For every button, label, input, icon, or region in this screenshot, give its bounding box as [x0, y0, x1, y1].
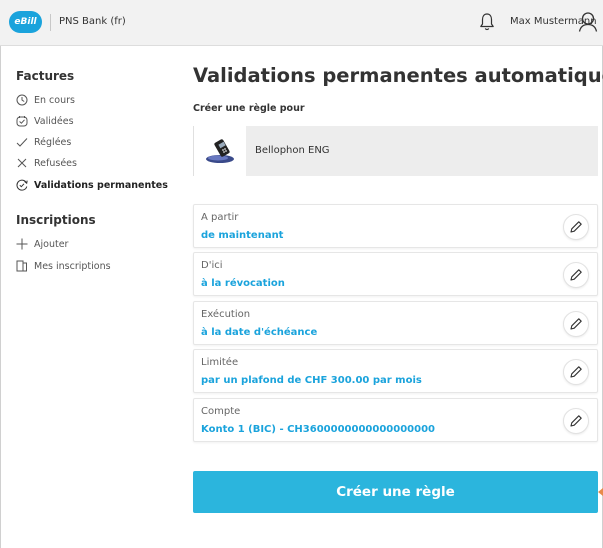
sidebar-item-en-cours[interactable]: En cours	[16, 92, 75, 108]
page-title: Validations permanentes automatiques	[193, 64, 603, 87]
biller-card: Bellophon ENG	[193, 126, 598, 176]
field-value: à la révocation	[201, 278, 285, 289]
sidebar-item-mes-inscriptions[interactable]: Mes inscriptions	[16, 258, 111, 274]
sidebar-item-ajouter[interactable]: Ajouter	[16, 236, 68, 252]
user-icon[interactable]	[578, 11, 598, 33]
calendar-check-icon	[16, 115, 28, 127]
documents-icon	[16, 260, 28, 272]
pencil-icon	[570, 318, 582, 330]
field-label: Exécution	[201, 309, 251, 320]
bank-name: PNS Bank (fr)	[59, 16, 126, 27]
sidebar-item-validees[interactable]: Validées	[16, 113, 74, 129]
plus-icon	[16, 238, 28, 250]
sidebar-item-label: Réglées	[34, 136, 72, 148]
sidebar-item-label: En cours	[34, 94, 75, 106]
sidebar-item-validations-permanentes[interactable]: Validations permanentes	[16, 177, 168, 193]
biller-logo	[194, 126, 246, 176]
ebill-logo[interactable]: eBill	[9, 11, 42, 33]
check-icon	[16, 136, 28, 148]
field-value: par un plafond de CHF 300.00 par mois	[201, 375, 422, 386]
biller-name: Bellophon ENG	[255, 145, 330, 156]
sidebar-item-label: Ajouter	[34, 238, 69, 250]
field-limit[interactable]: Limitée par un plafond de CHF 300.00 par…	[193, 349, 598, 393]
pencil-icon	[570, 415, 582, 427]
pencil-icon	[570, 221, 582, 233]
field-start[interactable]: A partir de maintenant	[193, 204, 598, 248]
bell-icon[interactable]	[479, 12, 495, 32]
close-icon	[16, 157, 28, 169]
sidebar-section-inscriptions: Inscriptions	[16, 213, 96, 227]
field-execution[interactable]: Exécution à la date d'échéance	[193, 301, 598, 345]
field-end[interactable]: D'ici à la révocation	[193, 252, 598, 296]
field-value: à la date d'échéance	[201, 327, 318, 338]
edit-button[interactable]	[563, 408, 589, 434]
sidebar-item-reglees[interactable]: Réglées	[16, 134, 71, 150]
sidebar-item-label: Validations permanentes	[34, 179, 168, 191]
pencil-icon	[570, 366, 582, 378]
field-value: de maintenant	[201, 230, 284, 241]
sidebar-item-refusees[interactable]: Refusées	[16, 155, 77, 171]
logo-divider	[50, 14, 51, 31]
edit-button[interactable]	[563, 311, 589, 337]
top-bar: eBill PNS Bank (fr) Max Mustermann	[0, 0, 603, 46]
field-value: Konto 1 (BIC) - CH3600000000000000000	[201, 424, 435, 435]
sidebar-item-label: Refusées	[34, 157, 77, 169]
clock-icon	[16, 94, 28, 106]
repeat-check-icon	[16, 179, 28, 191]
section-subtitle: Créer une règle pour	[193, 103, 305, 114]
edit-button[interactable]	[563, 359, 589, 385]
pencil-icon	[570, 269, 582, 281]
edit-button[interactable]	[563, 214, 589, 240]
create-rule-button[interactable]: Créer une règle	[193, 471, 598, 513]
sidebar-item-label: Mes inscriptions	[34, 260, 111, 272]
edit-button[interactable]	[563, 262, 589, 288]
field-label: Compte	[201, 406, 241, 417]
sidebar-section-factures: Factures	[16, 69, 75, 83]
field-label: D'ici	[201, 260, 223, 271]
feedback-tab-arrow[interactable]	[598, 488, 603, 496]
field-label: Limitée	[201, 357, 239, 368]
sidebar-item-label: Validées	[34, 115, 74, 127]
field-account[interactable]: Compte Konto 1 (BIC) - CH360000000000000…	[193, 398, 598, 442]
field-label: A partir	[201, 212, 239, 223]
